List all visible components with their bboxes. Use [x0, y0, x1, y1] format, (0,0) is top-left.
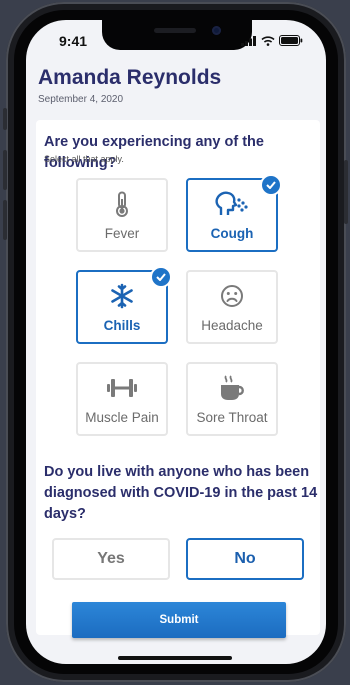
dumbbell-icon — [78, 374, 166, 402]
exposure-question: Do you live with anyone who has been dia… — [44, 462, 320, 525]
exposure-question-line2: diagnosed with COVID-19 in the past 14 d… — [44, 485, 318, 522]
symptom-label: Cough — [210, 226, 254, 241]
screen: 9:41 Amanda Reynolds September 4, 2020 A… — [26, 20, 326, 664]
yes-button[interactable]: Yes — [52, 538, 170, 580]
symptoms-hint: Select all that apply. — [44, 154, 124, 164]
symptom-option-sore-throat[interactable]: Sore Throat — [186, 362, 278, 436]
submit-button[interactable]: Submit — [72, 602, 286, 638]
symptoms-question: Are you experiencing any of the followin… — [44, 134, 264, 171]
snowflake-icon — [78, 282, 166, 310]
notch — [102, 20, 252, 50]
symptom-label: Fever — [104, 226, 140, 241]
front-camera — [212, 26, 221, 35]
volume-up-button — [3, 150, 7, 190]
symptom-label: Headache — [201, 318, 263, 333]
screening-date: September 4, 2020 — [38, 94, 124, 105]
speaker-grille — [154, 28, 196, 33]
symptom-option-headache[interactable]: Headache — [186, 270, 278, 344]
symptom-label: Chills — [103, 318, 141, 333]
no-button[interactable]: No — [186, 538, 304, 580]
mute-switch — [3, 108, 7, 130]
symptom-option-chills[interactable]: Chills — [76, 266, 172, 344]
hot-drink-icon — [188, 374, 276, 402]
symptom-option-cough[interactable]: Cough — [186, 174, 282, 252]
frown-face-icon — [188, 282, 276, 310]
cough-icon — [188, 190, 276, 218]
patient-header: Amanda Reynolds September 4, 2020 — [38, 66, 221, 105]
patient-name: Amanda Reynolds — [38, 66, 222, 89]
signal-icon — [241, 35, 256, 46]
symptom-label: Muscle Pain — [85, 410, 159, 425]
phone-frame: 9:41 Amanda Reynolds September 4, 2020 A… — [0, 0, 350, 685]
volume-down-button — [3, 200, 7, 240]
symptom-option-muscle-pain[interactable]: Muscle Pain — [76, 362, 168, 436]
symptom-option-fever[interactable]: Fever — [76, 178, 168, 252]
screening-card: Are you experiencing any of the followin… — [36, 120, 320, 638]
wifi-icon — [261, 35, 275, 46]
exposure-question-line1: Do you live with anyone who has been — [44, 464, 310, 480]
status-time: 9:41 — [59, 33, 88, 49]
symptom-label: Sore Throat — [196, 410, 268, 425]
thermometer-icon — [78, 190, 166, 218]
battery-icon — [279, 35, 303, 46]
power-button — [344, 160, 348, 224]
status-icons — [241, 35, 303, 46]
home-indicator[interactable] — [118, 656, 232, 660]
